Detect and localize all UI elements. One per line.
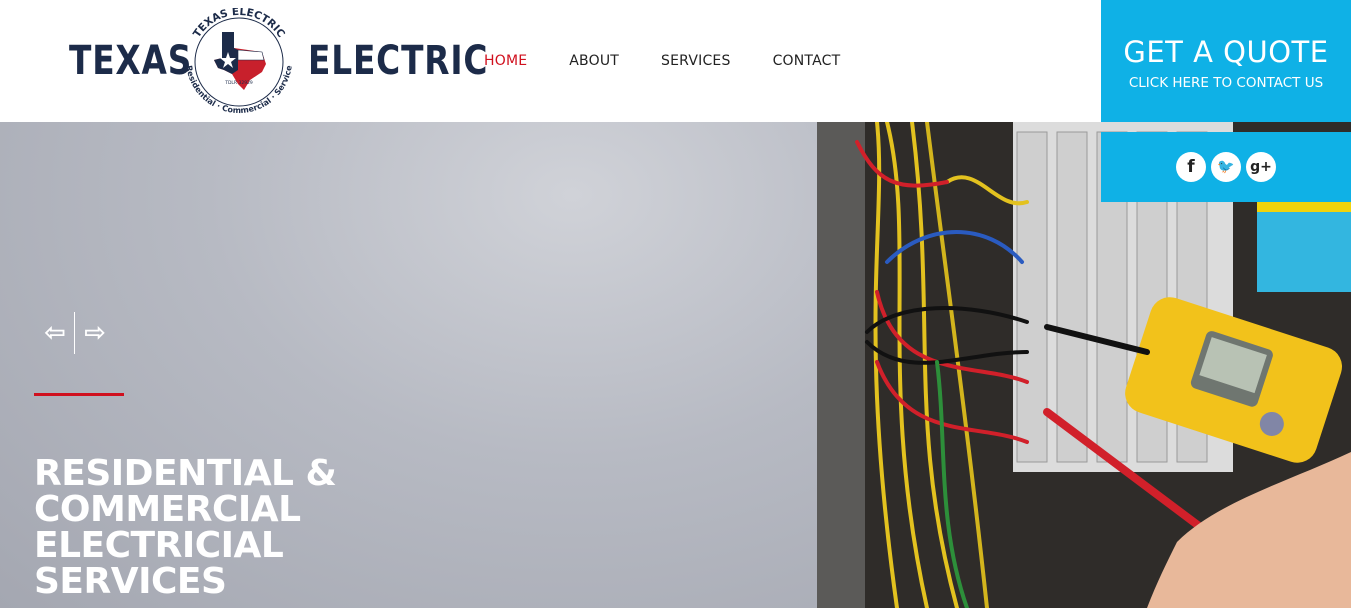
texas-electric-seal-logo[interactable]: TEXAS ELECTRIC TDLR 32929 Residential · …: [178, 8, 300, 116]
logo-word-right[interactable]: ELECTRIC: [308, 38, 488, 84]
hero-title-line: ELECTRICIAL: [34, 525, 284, 566]
nav-contact[interactable]: CONTACT: [773, 53, 841, 69]
hero-title-line: SERVICES: [34, 561, 227, 602]
svg-text:TEXAS ELECTRIC: TEXAS ELECTRIC: [191, 8, 287, 40]
hero-accent-line: [34, 393, 124, 396]
social-links: f 🐦 g+: [1101, 132, 1351, 202]
hero-title-line: RESIDENTIAL &: [34, 453, 337, 494]
main-nav: HOME ABOUT SERVICES CONTACT: [484, 53, 882, 69]
seal-top-text: TEXAS ELECTRIC: [191, 8, 287, 40]
slider-next-arrow-icon[interactable]: ⇨: [80, 312, 110, 354]
google-plus-icon[interactable]: g+: [1246, 152, 1276, 182]
twitter-icon[interactable]: 🐦: [1211, 152, 1241, 182]
hero-title: RESIDENTIAL & COMMERCIAL ELECTRICIAL SER…: [34, 456, 394, 600]
get-a-quote-button[interactable]: GET A QUOTE CLICK HERE TO CONTACT US: [1101, 0, 1351, 122]
slider-arrow-divider: [74, 312, 75, 354]
seal-license-text: TDLR 32929: [224, 80, 253, 86]
slider-arrows: ⇦ ⇨: [40, 312, 112, 354]
quote-subtitle-link[interactable]: CLICK HERE TO CONTACT US: [1101, 75, 1351, 91]
hero-title-line: COMMERCIAL: [34, 489, 301, 530]
slider-prev-arrow-icon[interactable]: ⇦: [40, 312, 70, 354]
facebook-icon[interactable]: f: [1176, 152, 1206, 182]
nav-about[interactable]: ABOUT: [569, 53, 619, 69]
nav-home[interactable]: HOME: [484, 53, 527, 69]
logo-word-left[interactable]: TEXAS: [69, 38, 192, 84]
quote-title: GET A QUOTE: [1123, 35, 1329, 69]
nav-services[interactable]: SERVICES: [661, 53, 731, 69]
